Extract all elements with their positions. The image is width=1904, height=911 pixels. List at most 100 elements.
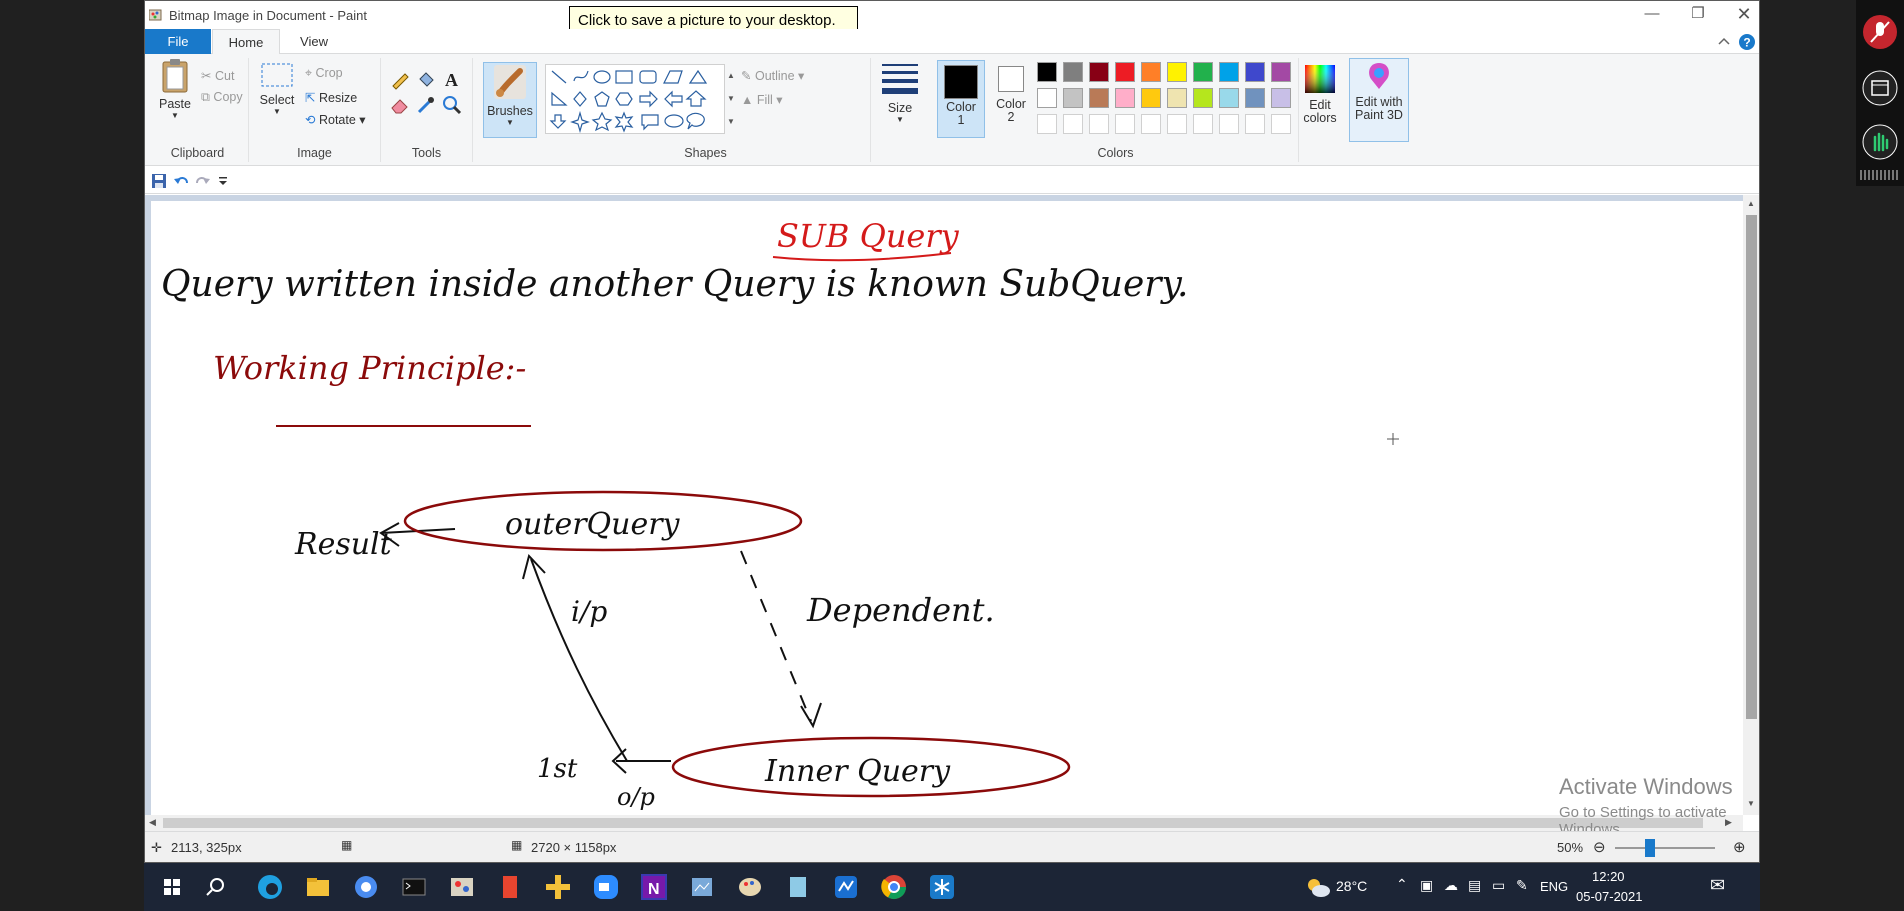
panel-drag-handle[interactable] — [1860, 170, 1900, 180]
fill-button[interactable]: ▲ Fill ▾ — [741, 92, 783, 107]
scroll-right-icon[interactable]: ▶ — [1725, 817, 1732, 828]
palette-swatch[interactable] — [1271, 62, 1291, 82]
tab-view[interactable]: View — [283, 29, 345, 54]
color2-button[interactable]: Color 2 — [989, 60, 1033, 138]
zoom-slider[interactable] — [1615, 847, 1715, 849]
collapse-ribbon-icon[interactable] — [1718, 36, 1730, 46]
edit-colors-button[interactable]: Edit colors — [1295, 62, 1345, 142]
whiteboard-icon[interactable] — [686, 871, 718, 903]
palette-swatch[interactable] — [1037, 114, 1057, 134]
raise-hand-icon[interactable] — [1862, 124, 1898, 160]
palette-swatch[interactable] — [1271, 88, 1291, 108]
paint-taskbar-icon[interactable] — [446, 871, 478, 903]
scroll-left-icon[interactable]: ◀ — [149, 817, 156, 828]
rotate-button[interactable]: ⟲ Rotate ▾ — [305, 112, 366, 127]
brushes-button[interactable]: Brushes ▼ — [483, 62, 537, 138]
battery-icon[interactable]: ▭ — [1492, 877, 1505, 894]
outline-button[interactable]: ✎ Outline ▾ — [741, 68, 804, 83]
palette-swatch[interactable] — [1141, 88, 1161, 108]
zoom-out-icon[interactable]: ⊖ — [1593, 838, 1606, 856]
magnifier-icon[interactable] — [441, 94, 463, 116]
chrome-icon[interactable] — [878, 871, 910, 903]
size-button[interactable]: Size ▼ — [875, 62, 925, 142]
palette-swatch[interactable] — [1167, 114, 1187, 134]
palette-swatch[interactable] — [1193, 62, 1213, 82]
palette-swatch[interactable] — [1063, 88, 1083, 108]
office-icon[interactable] — [494, 871, 526, 903]
chrome-alt-icon[interactable] — [350, 871, 382, 903]
scroll-up-icon[interactable]: ▲ — [1747, 199, 1755, 208]
vertical-scroll-thumb[interactable] — [1746, 215, 1757, 719]
resize-button[interactable]: ⇱ Resize — [305, 90, 357, 105]
cut-button[interactable]: ✂ Cut — [201, 68, 234, 83]
palette-swatch[interactable] — [1193, 88, 1213, 108]
palette-swatch[interactable] — [1037, 88, 1057, 108]
save-icon[interactable] — [151, 173, 167, 189]
paste-button[interactable]: Paste ▼ — [153, 58, 197, 120]
language-indicator[interactable]: ENG — [1540, 879, 1568, 894]
notepad-icon[interactable] — [782, 871, 814, 903]
pencil-icon[interactable] — [389, 68, 411, 90]
palette-swatch[interactable] — [1219, 88, 1239, 108]
shapes-gallery[interactable] — [545, 64, 725, 134]
palette-swatch[interactable] — [1245, 88, 1265, 108]
windows-start-icon[interactable] — [156, 871, 188, 903]
file-explorer-icon[interactable] — [302, 871, 334, 903]
network-icon[interactable]: ▤ — [1468, 877, 1481, 894]
palette-swatch[interactable] — [1063, 62, 1083, 82]
eraser-icon[interactable] — [389, 94, 411, 116]
palette-swatch[interactable] — [1089, 62, 1109, 82]
fill-bucket-icon[interactable] — [415, 68, 437, 90]
palette-swatch[interactable] — [1245, 114, 1265, 134]
color1-button[interactable]: Color 1 — [937, 60, 985, 138]
zoom-slider-thumb[interactable] — [1645, 839, 1655, 857]
horizontal-scroll-thumb[interactable] — [163, 818, 1703, 828]
whiteboard-app-icon[interactable] — [830, 871, 862, 903]
palette-swatch[interactable] — [1115, 88, 1135, 108]
onenote-icon[interactable]: N — [638, 871, 670, 903]
terminal-icon[interactable] — [398, 871, 430, 903]
search-icon[interactable] — [200, 871, 232, 903]
palette-swatch[interactable] — [1219, 62, 1239, 82]
crop-button[interactable]: ⌖ Crop — [305, 66, 343, 81]
palette-swatch[interactable] — [1219, 114, 1239, 134]
onedrive-icon[interactable]: ☁ — [1444, 877, 1458, 894]
close-button[interactable]: ✕ — [1717, 1, 1759, 29]
zoom-in-icon[interactable]: ⊕ — [1733, 838, 1746, 856]
mic-muted-icon[interactable] — [1862, 14, 1898, 50]
drawing-canvas[interactable]: SUB Query Query written inside another Q… — [151, 201, 1743, 815]
palette-swatch[interactable] — [1271, 114, 1291, 134]
palette-swatch[interactable] — [1167, 62, 1187, 82]
paint3d-button[interactable]: Edit with Paint 3D — [1349, 58, 1409, 142]
meet-now-icon[interactable]: ▣ — [1420, 877, 1433, 894]
help-icon[interactable]: ? — [1738, 33, 1756, 51]
palette-swatch[interactable] — [1193, 114, 1213, 134]
palette-swatch[interactable] — [1115, 114, 1135, 134]
window-share-icon[interactable] — [1862, 70, 1898, 106]
palette-swatch[interactable] — [1063, 114, 1083, 134]
edge-icon[interactable] — [254, 871, 286, 903]
select-button[interactable]: Select ▼ — [255, 60, 299, 120]
customize-qat-icon[interactable] — [217, 176, 229, 186]
palette-swatch[interactable] — [1141, 114, 1161, 134]
app-plus-icon[interactable] — [542, 871, 574, 903]
scroll-down-icon[interactable]: ▼ — [1747, 799, 1755, 808]
vertical-scrollbar[interactable]: ▲ ▼ — [1743, 195, 1759, 815]
palette-app-icon[interactable] — [734, 871, 766, 903]
tray-chevron-icon[interactable]: ⌃ — [1396, 876, 1408, 893]
text-tool-icon[interactable]: A — [441, 68, 463, 90]
palette-swatch[interactable] — [1089, 88, 1109, 108]
temperature[interactable]: 28°C — [1336, 878, 1367, 894]
redo-icon[interactable] — [195, 173, 211, 189]
copy-button[interactable]: ⧉ Copy — [201, 90, 243, 105]
pen-icon[interactable]: ✎ — [1516, 877, 1528, 894]
horizontal-scrollbar[interactable]: ◀ ▶ — [145, 815, 1743, 831]
undo-icon[interactable] — [173, 173, 189, 189]
palette-swatch[interactable] — [1089, 114, 1109, 134]
clock-date[interactable]: 05-07-2021 — [1576, 889, 1643, 904]
palette-swatch[interactable] — [1141, 62, 1161, 82]
snowflake-app-icon[interactable] — [926, 871, 958, 903]
palette-swatch[interactable] — [1115, 62, 1135, 82]
weather-icon[interactable] — [1304, 875, 1332, 899]
notification-icon[interactable]: ✉ — [1710, 875, 1725, 896]
